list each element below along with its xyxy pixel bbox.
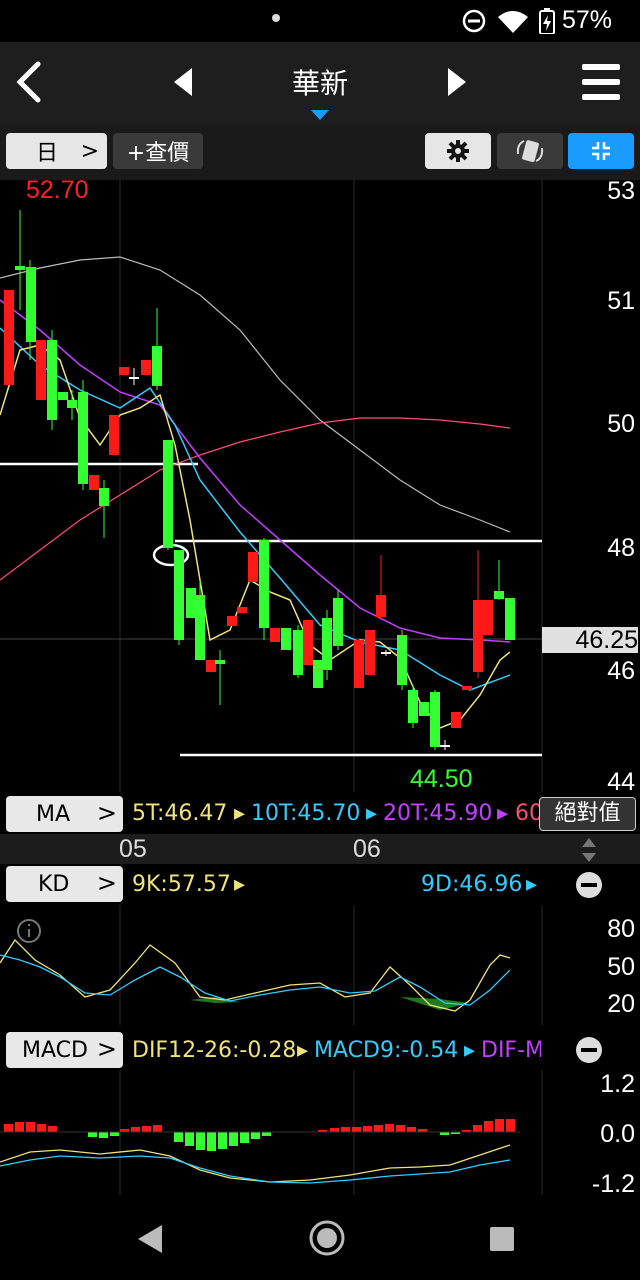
stock-title: 華新 xyxy=(291,67,348,100)
query-price-button[interactable]: +查價 xyxy=(113,133,203,169)
low-price-label: 44.50 xyxy=(410,765,473,793)
macd-value: MACD9:-0.54 xyxy=(314,1038,459,1063)
ma5-value: 5T:46.47 xyxy=(132,801,228,826)
ma-selector[interactable]: MA > xyxy=(6,796,123,832)
chevron-right-icon: > xyxy=(80,138,99,164)
chevron-right-icon: > xyxy=(96,869,117,897)
macd-chart[interactable] xyxy=(0,1070,640,1195)
d-marker-icon: ▸ xyxy=(526,872,538,897)
d-value: 9D:46.96 xyxy=(421,872,523,897)
kd-y-tick: 50 xyxy=(607,953,635,981)
candles xyxy=(4,210,515,750)
y-axis-tick: 44 xyxy=(607,768,635,796)
chevron-right-icon: > xyxy=(96,799,117,827)
wifi-icon xyxy=(498,11,528,33)
ma-tag-label: MA xyxy=(36,801,71,827)
nav-recents-icon[interactable] xyxy=(489,1226,515,1252)
nav-back-icon[interactable] xyxy=(136,1223,164,1255)
ma5-marker-icon: ▸ xyxy=(234,801,246,826)
kd-chart[interactable] xyxy=(0,905,640,1025)
kd-selector[interactable]: KD > xyxy=(6,866,123,902)
rotate-button[interactable] xyxy=(497,133,563,169)
k-marker-icon: ▸ xyxy=(234,872,246,897)
date-label: 06 xyxy=(353,835,381,863)
date-axis[interactable] xyxy=(0,834,640,864)
fullscreen-button[interactable] xyxy=(568,133,634,169)
y-axis-tick: 50 xyxy=(607,410,635,438)
resize-handle-icon[interactable] xyxy=(580,837,598,863)
date-label: 05 xyxy=(119,835,147,863)
k-value: 9K:57.57 xyxy=(132,872,231,897)
dif-minus-macd-value: DIF-M xyxy=(481,1038,541,1063)
kd-collapse-icon[interactable] xyxy=(575,871,603,899)
ma10-marker-icon: ▸ xyxy=(366,801,378,826)
settings-button[interactable] xyxy=(425,133,491,169)
kd-y-tick: 80 xyxy=(607,915,635,943)
kd-tag-label: KD xyxy=(38,871,70,897)
price-chart[interactable] xyxy=(0,180,640,795)
dif-value: DIF12-26:-0.28 xyxy=(132,1038,297,1063)
candle xyxy=(4,290,14,385)
period-label: 日 xyxy=(36,141,59,166)
dif-marker-icon: ▸ xyxy=(297,1038,309,1063)
high-price-label: 52.70 xyxy=(26,176,89,204)
dnd-icon xyxy=(462,9,486,33)
kd-y-tick: 20 xyxy=(607,990,635,1018)
macd-selector[interactable]: MACD > xyxy=(6,1032,123,1068)
macd-y-tick: 0.0 xyxy=(600,1120,635,1148)
macd-y-tick: 1.2 xyxy=(600,1070,635,1098)
notification-dot-icon xyxy=(272,14,280,22)
y-axis-tick: 48 xyxy=(607,534,635,562)
absolute-value-button[interactable]: 絕對值 xyxy=(539,797,636,831)
battery-icon xyxy=(539,8,555,34)
rotate-icon xyxy=(516,140,544,163)
y-axis-tick: 51 xyxy=(607,287,635,315)
next-stock-icon[interactable] xyxy=(444,66,468,98)
chevron-right-icon: > xyxy=(96,1035,117,1063)
macd-tag-label: MACD xyxy=(22,1037,88,1063)
y-axis-tick: 53 xyxy=(607,177,635,205)
battery-percentage: 57% xyxy=(562,6,613,34)
settings-icon xyxy=(447,140,469,162)
macd-marker-icon: ▸ xyxy=(464,1038,476,1063)
ma20-value: 20T:45.90 xyxy=(383,801,493,826)
menu-icon[interactable] xyxy=(582,62,620,102)
period-selector[interactable]: 日 > xyxy=(6,133,107,169)
title-dropdown-icon[interactable] xyxy=(311,110,329,120)
y-axis-tick: 46 xyxy=(607,657,635,685)
status-bar: 57% xyxy=(0,0,640,42)
fullscreen-icon xyxy=(592,142,610,160)
ma20-marker-icon: ▸ xyxy=(497,801,509,826)
current-price-marker: 46.25 xyxy=(542,627,638,653)
nav-home-icon[interactable] xyxy=(308,1219,346,1257)
macd-collapse-icon[interactable] xyxy=(575,1036,603,1064)
ma10-value: 10T:45.70 xyxy=(251,801,361,826)
